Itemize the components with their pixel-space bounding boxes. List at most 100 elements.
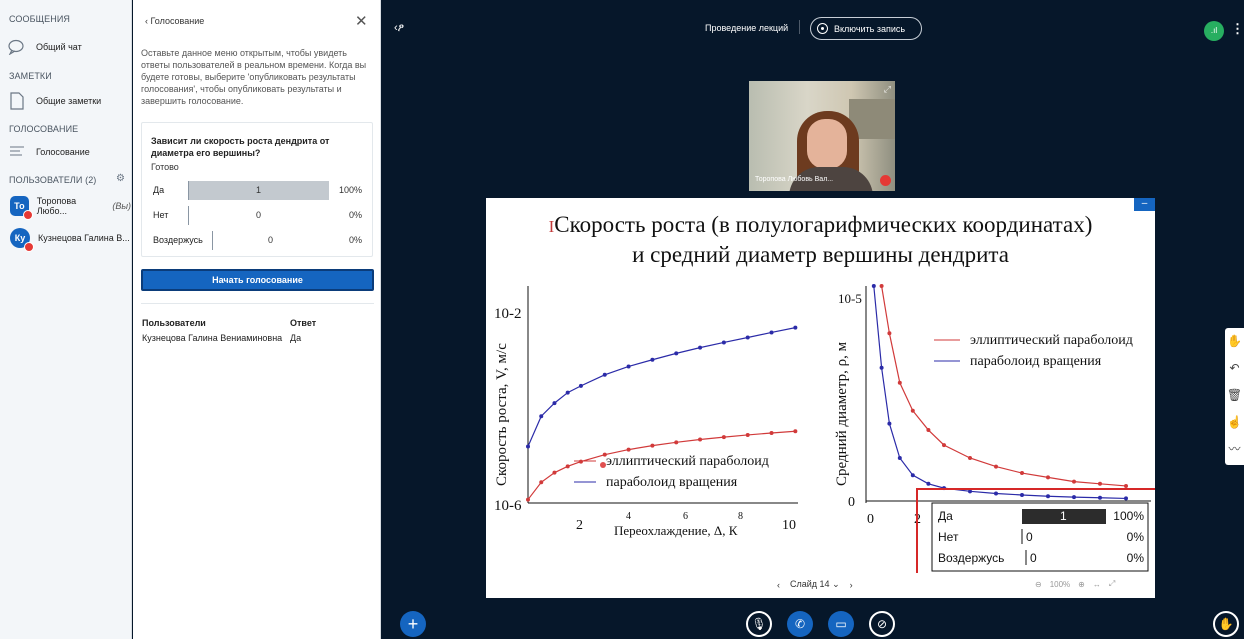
overlay-label: Воздержусь (938, 551, 1004, 565)
data-point (1098, 481, 1102, 486)
poll-back-button[interactable]: ‹ Голосование (145, 16, 204, 26)
fullscreen-icon[interactable]: ⤢ (884, 84, 891, 95)
record-button[interactable]: Включить запись (810, 17, 922, 40)
users-toggle-icon[interactable]: ‹ፆ (394, 22, 404, 35)
poll-question: Зависит ли скорость роста дендрита от ди… (151, 136, 330, 158)
overlay-percent: 0% (1127, 551, 1145, 565)
prev-slide-icon[interactable]: ‹ (777, 580, 780, 590)
results-answer-header: Ответ (290, 318, 317, 328)
answer-percent: 100% (338, 185, 362, 195)
record-label: Включить запись (834, 23, 906, 34)
data-point (1072, 495, 1076, 500)
audio-phone-button[interactable]: ✆ (787, 611, 813, 637)
data-point (578, 459, 583, 464)
chart1-xtick: 10 (782, 518, 796, 533)
chat-icon (8, 38, 26, 56)
hand-tool-icon[interactable]: ✋ (1225, 328, 1244, 355)
data-point (565, 390, 570, 395)
chart2-series (871, 284, 1128, 501)
webcam-video[interactable]: ⤢ Торопова Любовь Вал... (749, 81, 895, 191)
polling-item[interactable]: Голосование (8, 143, 90, 161)
start-poll-button[interactable]: Начать голосование (141, 269, 374, 291)
chart1-legend-1: эллиптический параболоид (606, 454, 769, 469)
overlay-count: 1 (1060, 509, 1067, 523)
muted-mic-icon (22, 210, 33, 220)
data-point (745, 335, 750, 340)
slide-select[interactable]: Слайд 14 ⌄ (790, 579, 840, 590)
meeting-title: Проведение лекций (705, 23, 789, 33)
zoom-in-icon[interactable]: ⊕ (1078, 580, 1085, 589)
answer-percent: 0% (348, 235, 362, 245)
chart1-xtick: 2 (576, 518, 583, 533)
fullscreen-icon[interactable]: ⤢ (1109, 579, 1115, 589)
fit-width-icon[interactable]: ↔ (1093, 580, 1101, 589)
slide-page-label: Слайд 14 (790, 579, 830, 589)
gear-icon[interactable]: ⚙ (116, 174, 126, 184)
messages-header: СООБЩЕНИЯ (9, 14, 71, 24)
whiteboard-icon[interactable]: 〰 (1225, 436, 1244, 463)
multi-user-icon[interactable]: ☝ (1225, 409, 1244, 436)
record-icon (817, 23, 828, 34)
data-point (674, 351, 679, 356)
chart1-ylabel: Скорость роста, V, м/с (494, 343, 510, 486)
zoom-out-icon[interactable]: ⊖ (1035, 580, 1042, 589)
avatar: Ку (10, 228, 34, 252)
trash-icon[interactable]: 🗑 (1225, 382, 1244, 409)
zoom-level: 100% (1049, 579, 1071, 589)
undo-icon[interactable]: ↶ (1225, 355, 1244, 382)
connection-status-icon[interactable]: .ıl (1204, 21, 1224, 41)
divider (141, 303, 374, 304)
poll-icon (8, 143, 26, 161)
slide-pager: ‹ Слайд 14 ⌄ › (777, 579, 853, 590)
chart1-ytick: 10-6 (494, 498, 522, 514)
chevron-down-icon: ⌄ (832, 579, 840, 589)
data-point (721, 340, 726, 345)
mic-button[interactable]: 🎙 (746, 611, 772, 637)
chart1-ytick: 10-2 (494, 306, 522, 322)
users-header: ПОЛЬЗОВАТЕЛИ (2) (9, 175, 97, 185)
data-point (994, 464, 998, 469)
answer-label: Да (153, 185, 165, 195)
presentation-slide: – IСкорость роста (в полулогарифмических… (486, 198, 1155, 598)
chart2-legend-1: эллиптический параболоид (970, 333, 1133, 348)
left-sidebar: СООБЩЕНИЯ Общий чат ЗАМЕТКИ Общие заметк… (0, 0, 132, 639)
muted-mic-icon (24, 242, 34, 252)
more-options-icon[interactable]: ⋮ (1231, 21, 1244, 37)
slide-charts: 10-2 10-6 Скорость роста, V, м/с 2 4 6 8… (494, 284, 1155, 573)
data-point (879, 284, 884, 288)
public-chat-item[interactable]: Общий чат (8, 38, 82, 56)
avatar: То (10, 196, 33, 220)
series-line (527, 327, 796, 447)
data-point (698, 437, 703, 442)
overlay-label: Да (938, 509, 953, 523)
data-point (968, 456, 972, 460)
overlay-label: Нет (938, 530, 959, 544)
data-point (926, 481, 931, 486)
close-icon[interactable]: ✕ (355, 12, 368, 30)
series-line (881, 285, 1127, 487)
muted-mic-icon (880, 175, 891, 186)
answer-count: 0 (256, 210, 262, 220)
webcam-name: Торопова Любовь Вал... (755, 176, 834, 183)
shared-notes-item[interactable]: Общие заметки (8, 92, 101, 110)
data-point (721, 435, 726, 440)
chart1-xtick: 8 (738, 511, 743, 522)
chart1-xtick: 4 (626, 511, 631, 522)
chart2-ylabel: Средний диаметр, ρ, м (834, 341, 850, 486)
raise-hand-button[interactable]: ✋ (1213, 611, 1239, 637)
next-slide-icon[interactable]: › (850, 580, 853, 590)
avatar-initials: Ку (14, 233, 26, 243)
data-point (1072, 479, 1076, 484)
camera-button[interactable]: ▭ (828, 611, 854, 637)
data-point (539, 414, 544, 419)
screen-share-button[interactable]: ⊘ (869, 611, 895, 637)
data-point (942, 443, 946, 448)
actions-plus-button[interactable]: + (400, 611, 426, 637)
data-point (871, 284, 876, 288)
answer-label: Воздержусь (153, 235, 203, 245)
data-point (650, 357, 655, 362)
user-list-item[interactable]: То Торопова Любо... (Вы) (10, 196, 131, 220)
user-list-item[interactable]: Ку Кузнецова Галина В... (10, 228, 130, 252)
notes-header: ЗАМЕТКИ (9, 71, 52, 81)
data-point (910, 408, 915, 413)
